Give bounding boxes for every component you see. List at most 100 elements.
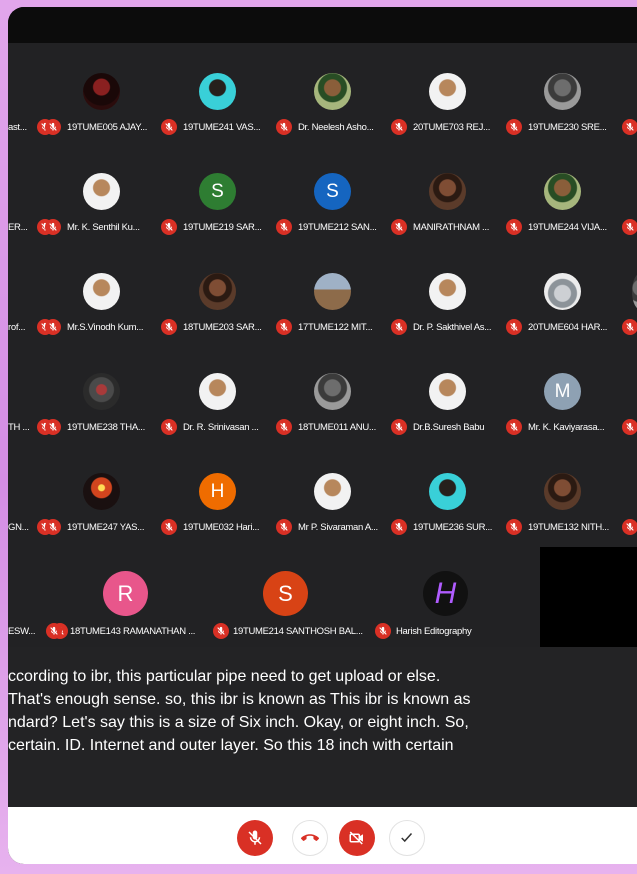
mic-off-button[interactable] — [237, 820, 273, 856]
participant-avatar — [83, 73, 120, 110]
participant-tile[interactable]: 19TUME238 THA... — [45, 343, 161, 443]
participant-name: TH ... — [8, 422, 30, 433]
live-captions: ccording to ibr, this particular pipe ne… — [8, 647, 637, 807]
participant-tile[interactable]: 18TUME203 SAR... — [161, 243, 277, 343]
call-controls-bar — [8, 807, 637, 864]
participant-name: 19TUME241 VAS... — [183, 122, 261, 133]
meeting-window: ast... ER... rof... TH ... GN... 19TUME005 AJ… — [8, 7, 637, 864]
participant-avatar — [199, 73, 236, 110]
participant-tile[interactable]: Dr. Neelesh Asho... — [276, 43, 392, 143]
mic-muted-icon — [506, 519, 522, 535]
participant-name: 19TUME247 YAS... — [67, 522, 145, 533]
participant-name: 17TUME122 MIT... — [298, 322, 373, 333]
mic-muted-icon — [622, 419, 637, 435]
video-off-icon — [349, 831, 363, 845]
participant-avatar — [429, 473, 466, 510]
participant-name: 18TUME143 RAMANATHAN ... — [70, 626, 196, 637]
participant-name: rof... — [8, 322, 26, 333]
participant-name: 20TUME703 REJ... — [413, 122, 491, 133]
mic-muted-icon — [45, 119, 61, 135]
participant-avatar — [544, 73, 581, 110]
participant-tile[interactable]: S 19TUME219 SAR... — [161, 143, 277, 243]
participant-avatar — [544, 173, 581, 210]
mic-muted-icon — [45, 319, 61, 335]
mic-muted-icon — [506, 219, 522, 235]
participant-tile[interactable]: 17TUME122 MIT... — [276, 243, 392, 343]
participant-name: 19TUME238 THA... — [67, 422, 145, 433]
participant-tile[interactable]: Dr. R. Srinivasan ... — [161, 343, 277, 443]
participant-name: 19TUME212 SAN... — [298, 222, 377, 233]
mic-muted-icon — [375, 623, 391, 639]
participant-tile[interactable]: 19TUME005 AJAY... — [45, 43, 161, 143]
participant-tile[interactable]: MANIRATHNAM ... — [391, 143, 507, 243]
participant-avatar — [429, 173, 466, 210]
camera-off-button[interactable] — [339, 820, 375, 856]
participant-avatar: M — [544, 373, 581, 410]
mic-muted-icon — [276, 319, 292, 335]
participant-name: 19TUME005 AJAY... — [67, 122, 148, 133]
bottom-row-tiles: ESW... R 18TUME143 RAMANATHAN ... S 19TUME21… — [8, 547, 540, 647]
participant-tile[interactable]: 19TUME236 SUR... — [391, 443, 507, 543]
mic-muted-icon — [622, 119, 637, 135]
participant-name: 19TUME214 SANTHOSH BAL... — [233, 626, 363, 637]
participant-name: ast... — [8, 122, 27, 133]
participant-tile[interactable]: 20TUME604 HAR... — [506, 243, 622, 343]
participant-tile[interactable]: 19TUME244 VIJA... — [506, 143, 622, 243]
participant-name: MANIRATHNAM ... — [413, 222, 490, 233]
captions-check-button[interactable] — [389, 820, 425, 856]
participant-name: 18TUME203 SAR... — [183, 322, 262, 333]
mic-muted-icon — [161, 219, 177, 235]
mic-muted-icon — [45, 419, 61, 435]
participant-tile[interactable]: Dr.B.Suresh Babu — [391, 343, 507, 443]
participant-tile[interactable]: 18TUME011 ANU... — [276, 343, 392, 443]
caption-line: ccording to ibr, this particular pipe ne… — [8, 668, 441, 685]
participant-avatar — [83, 373, 120, 410]
participant-tile[interactable]: H 19TUME032 Hari... — [161, 443, 277, 543]
caption-line: That's enough sense. so, this ibr is kno… — [8, 691, 471, 708]
participant-tile[interactable]: 20TUME703 REJ... — [391, 43, 507, 143]
participant-bottom-row: ESW... R 18TUME143 RAMANATHAN ... S 19TUME21… — [8, 547, 637, 647]
participant-name: GN... — [8, 522, 29, 533]
participant-avatar — [199, 273, 236, 310]
mic-muted-icon — [161, 419, 177, 435]
mic-off-icon — [248, 830, 262, 845]
participant-name: 19TUME032 Hari... — [183, 522, 260, 533]
participant-tile[interactable]: S 19TUME212 SAN... — [276, 143, 392, 243]
mic-muted-icon — [391, 119, 407, 135]
top-bar — [8, 7, 637, 43]
mic-muted-icon — [391, 519, 407, 535]
participant-avatar — [429, 273, 466, 310]
participant-name: Dr. Neelesh Asho... — [298, 122, 374, 133]
mic-muted-icon — [506, 119, 522, 135]
participant-avatar — [544, 473, 581, 510]
participant-avatar — [83, 273, 120, 310]
participant-name: 20TUME604 HAR... — [528, 322, 608, 333]
participant-tile[interactable]: 19TUME241 VAS... — [161, 43, 277, 143]
mic-muted-icon — [161, 519, 177, 535]
mic-muted-icon — [276, 219, 292, 235]
participant-avatar — [632, 273, 637, 310]
participant-tile[interactable]: 19TUME230 SRE... — [506, 43, 622, 143]
participant-avatar — [83, 473, 120, 510]
mic-muted-icon — [622, 319, 637, 335]
mic-muted-icon — [45, 219, 61, 235]
participant-tile[interactable]: Mr P. Sivaraman A... — [276, 443, 392, 543]
caption-line: certain. ID. Internet and outer layer. S… — [8, 737, 454, 754]
end-call-button[interactable] — [292, 820, 328, 856]
phone-hangup-icon — [301, 834, 319, 841]
participant-tile[interactable]: M Mr. K. Kaviyarasa... — [506, 343, 622, 443]
participant-tile[interactable]: 19TUME132 NITH... — [506, 443, 622, 543]
mic-muted-icon — [276, 519, 292, 535]
mic-muted-icon — [391, 419, 407, 435]
participant-name: Dr. R. Srinivasan ... — [183, 422, 259, 433]
mic-muted-icon — [506, 319, 522, 335]
participant-avatar — [199, 373, 236, 410]
participant-name: Dr. P. Sakthivel As... — [413, 322, 492, 333]
participant-tile[interactable]: Mr.S.Vinodh Kum... — [45, 243, 161, 343]
mic-muted-icon — [161, 119, 177, 135]
participant-tile[interactable]: Mr. K. Senthil Ku... — [45, 143, 161, 243]
participant-tile[interactable]: 19TUME247 YAS... — [45, 443, 161, 543]
participant-tile[interactable]: Dr. P. Sakthivel As... — [391, 243, 507, 343]
participant-avatar: H — [423, 571, 468, 616]
participant-name: ER... — [8, 222, 28, 233]
